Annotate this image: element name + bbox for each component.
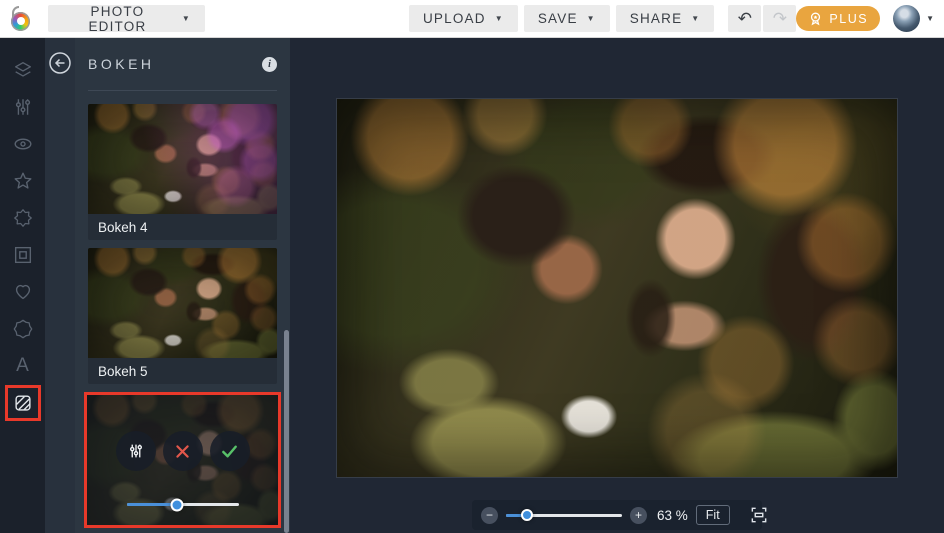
minus-icon: − — [485, 508, 493, 522]
zoom-slider[interactable] — [506, 509, 622, 522]
effect-settings-button[interactable] — [115, 431, 156, 471]
badge-scallop-tool-icon[interactable] — [12, 318, 34, 340]
zoom-percent: 63 % — [657, 507, 688, 523]
chevron-down-icon: ▼ — [586, 13, 596, 23]
redo-button[interactable]: ↷ — [763, 5, 797, 32]
badge-medal-icon — [811, 12, 821, 26]
effect-strength-slider[interactable] — [126, 498, 239, 511]
save-button[interactable]: SAVE ▼ — [523, 5, 610, 32]
upload-button[interactable]: UPLOAD ▼ — [408, 5, 518, 32]
zoom-bar: − + 63 % Fit — [472, 500, 767, 530]
edited-photo — [337, 99, 897, 477]
cancel-effect-button[interactable] — [162, 431, 203, 471]
effects-eye-tool-icon[interactable] — [12, 133, 34, 155]
effect-thumbnail-bokeh4[interactable]: Bokeh 4 — [88, 104, 277, 240]
befunky-logo-icon[interactable] — [10, 5, 34, 32]
fullscreen-button[interactable] — [749, 505, 769, 525]
thumbnail-image — [88, 104, 277, 214]
undo-icon: ↶ — [737, 9, 753, 28]
thumbnail-label: Bokeh 4 — [88, 214, 277, 240]
fit-screen-icon — [751, 507, 767, 523]
tool-sidebar: A — [0, 38, 45, 533]
chevron-down-icon: ▼ — [494, 13, 504, 23]
effect-thumbnail-bokeh5[interactable]: Bokeh 5 — [88, 248, 277, 384]
star-tool-icon[interactable] — [12, 170, 34, 192]
chevron-down-icon: ▼ — [181, 13, 191, 23]
plus-upgrade-button[interactable]: PLUS — [796, 6, 881, 31]
undo-button[interactable]: ↶ — [728, 5, 762, 32]
plus-icon: + — [634, 508, 642, 522]
effect-controls-card — [87, 395, 278, 525]
share-label: SHARE — [629, 11, 683, 26]
zoom-slider-handle[interactable] — [520, 509, 533, 521]
editing-canvas: − + 63 % Fit — [290, 38, 944, 533]
settings-sliders-icon — [129, 444, 142, 458]
fit-button[interactable]: Fit — [695, 505, 730, 525]
zoom-in-button[interactable]: + — [630, 506, 647, 524]
effect-strength-slider-handle[interactable] — [170, 498, 184, 511]
text-tool-glyph: A — [16, 355, 29, 376]
apply-effect-button[interactable] — [209, 431, 250, 471]
zoom-out-button[interactable]: − — [481, 506, 498, 524]
layers-tool-icon[interactable] — [12, 59, 34, 81]
thumbnail-label: Bokeh 5 — [88, 358, 277, 384]
apply-check-icon — [222, 445, 237, 457]
thumbnail-image — [88, 248, 277, 358]
photo-editor-menu-button[interactable]: PHOTO EDITOR ▼ — [48, 3, 205, 34]
artsy-burst-tool-icon[interactable] — [12, 207, 34, 229]
effect-thumbnail-list: Bokeh 4 Bokeh 5 — [75, 91, 290, 528]
plus-label: PLUS — [829, 11, 869, 26]
user-avatar[interactable] — [893, 5, 921, 32]
text-tool-icon[interactable]: A — [12, 355, 34, 377]
upload-label: UPLOAD — [422, 11, 486, 26]
panel-back-strip — [45, 38, 75, 533]
save-label: SAVE — [537, 11, 578, 26]
account-chevron-down-icon[interactable]: ▼ — [926, 14, 934, 23]
textures-tool-icon[interactable] — [4, 385, 41, 421]
panel-scrollbar[interactable] — [284, 330, 289, 533]
graphics-heart-tool-icon[interactable] — [12, 281, 34, 303]
top-bar: PHOTO EDITOR ▼ UPLOAD ▼ SAVE ▼ SHARE ▼ ↶… — [0, 0, 944, 38]
frames-tool-icon[interactable] — [12, 244, 34, 266]
panel-title: BOKEH — [88, 56, 155, 72]
photo-editor-label: PHOTO EDITOR — [88, 3, 147, 34]
cancel-x-icon — [176, 444, 189, 458]
back-button[interactable] — [48, 51, 72, 75]
back-arrow-icon — [49, 52, 71, 74]
redo-icon: ↷ — [772, 9, 788, 28]
annotation-highlight-controls — [84, 392, 281, 528]
chevron-down-icon: ▼ — [691, 13, 701, 23]
info-icon[interactable]: i — [262, 56, 277, 72]
bokeh-panel: BOKEH i Bokeh 4 Bokeh 5 — [75, 38, 290, 533]
adjust-sliders-tool-icon[interactable] — [12, 96, 34, 118]
share-button[interactable]: SHARE ▼ — [615, 5, 715, 32]
